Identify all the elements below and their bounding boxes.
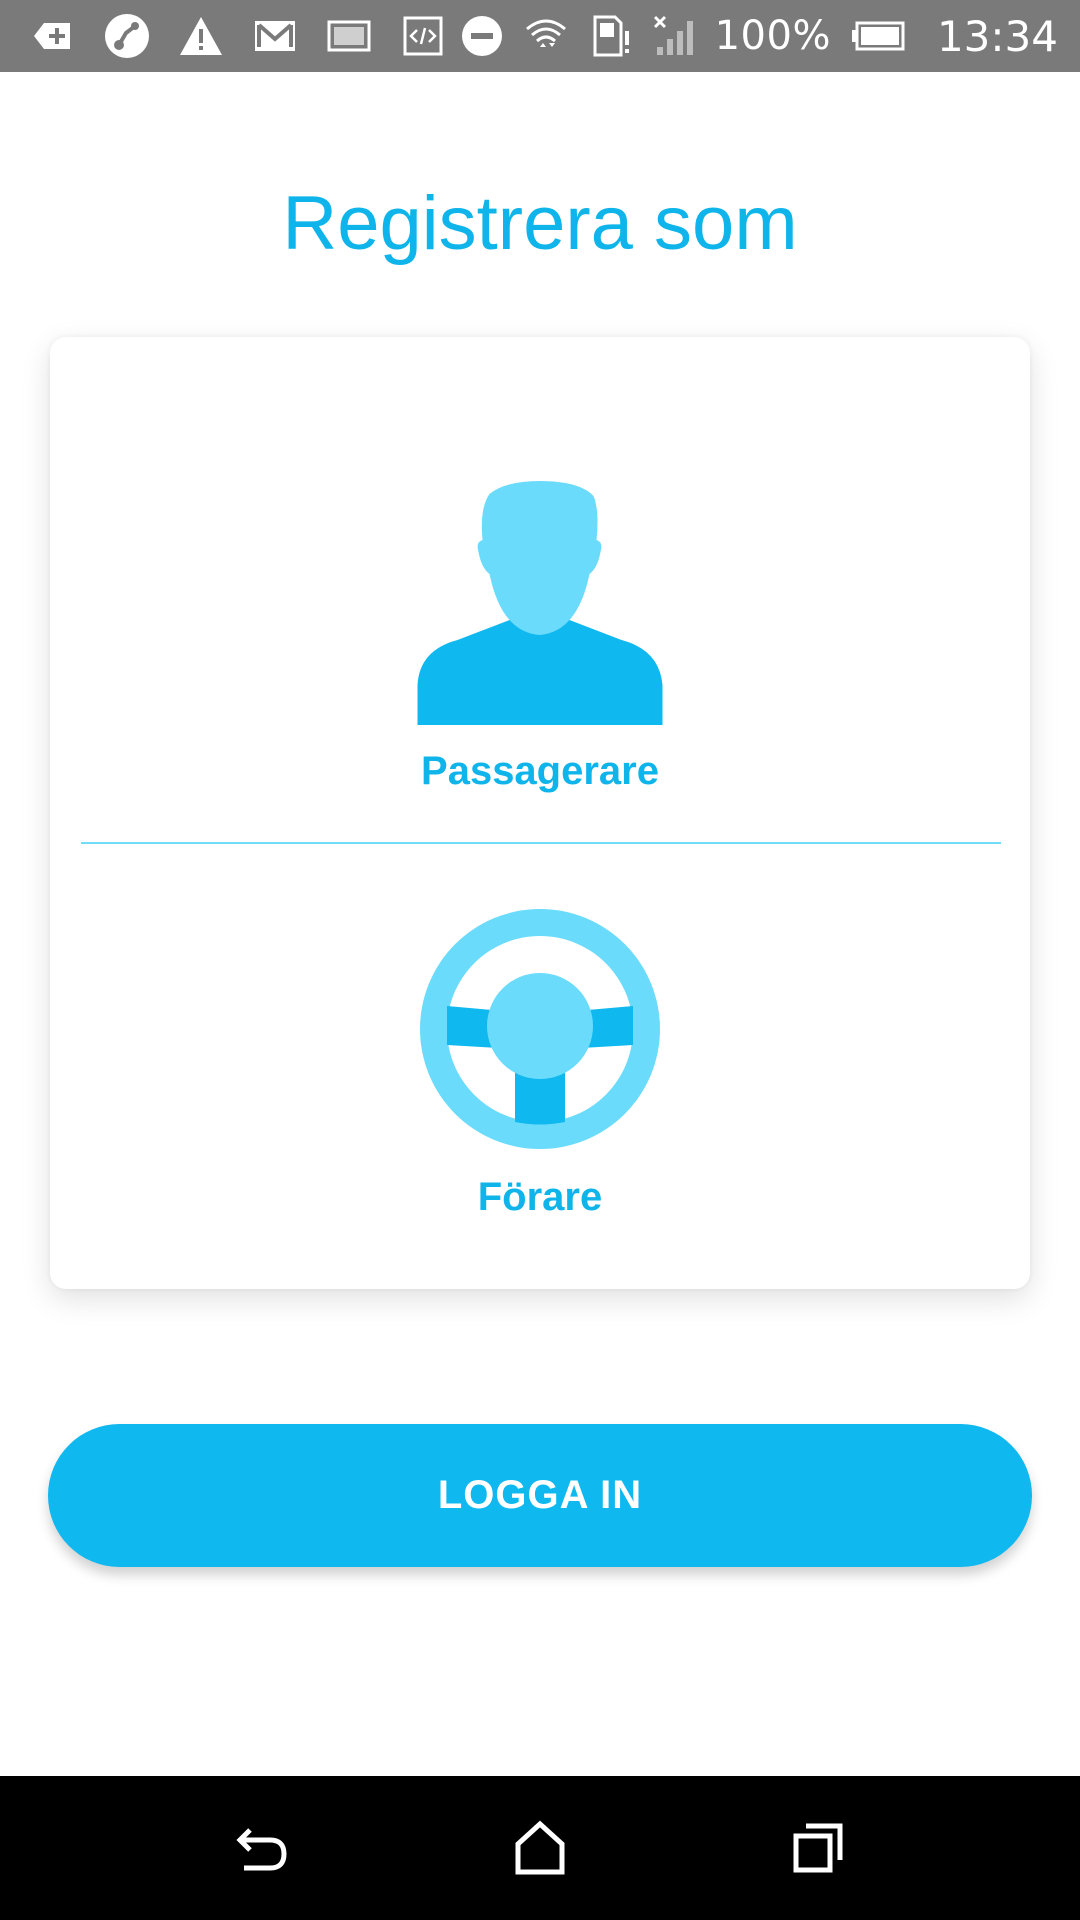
do-not-disturb-icon (459, 13, 505, 59)
status-bar: 100% 13:34 (0, 0, 1080, 72)
recents-button[interactable] (782, 1812, 854, 1884)
back-button[interactable] (226, 1812, 298, 1884)
image-icon (326, 13, 372, 59)
no-signal-icon (651, 13, 697, 59)
gmail-icon (252, 13, 298, 59)
sim-alert-icon (587, 13, 633, 59)
code-icon (400, 13, 446, 59)
driver-option[interactable]: Förare (50, 843, 1030, 1289)
passenger-icon (417, 481, 663, 725)
register-screen: 100% 13:34 Registrera som Passagerare Fö… (0, 0, 1080, 1920)
role-selection-card: Passagerare Förare (50, 337, 1030, 1289)
route-icon (104, 13, 150, 59)
warning-icon (178, 13, 224, 59)
home-icon (515, 1820, 565, 1875)
notification-icons (30, 13, 446, 59)
passenger-label: Passagerare (421, 749, 659, 793)
navigation-bar (0, 1776, 1080, 1920)
page-title: Registrera som (282, 181, 798, 266)
system-icons: 100% 13:34 (459, 12, 1058, 61)
wifi-icon (523, 13, 569, 59)
battery-icon (849, 13, 907, 59)
add-box-icon (30, 13, 76, 59)
passenger-option[interactable]: Passagerare (50, 337, 1030, 842)
back-icon (236, 1828, 287, 1871)
steering-wheel-icon (420, 909, 660, 1149)
clock: 13:34 (936, 11, 1058, 61)
recents-icon (793, 1823, 843, 1873)
battery-percent: 100% (714, 13, 831, 59)
login-button[interactable]: LOGGA IN (48, 1424, 1032, 1567)
driver-label: Förare (477, 1175, 603, 1219)
home-button[interactable] (504, 1812, 576, 1884)
